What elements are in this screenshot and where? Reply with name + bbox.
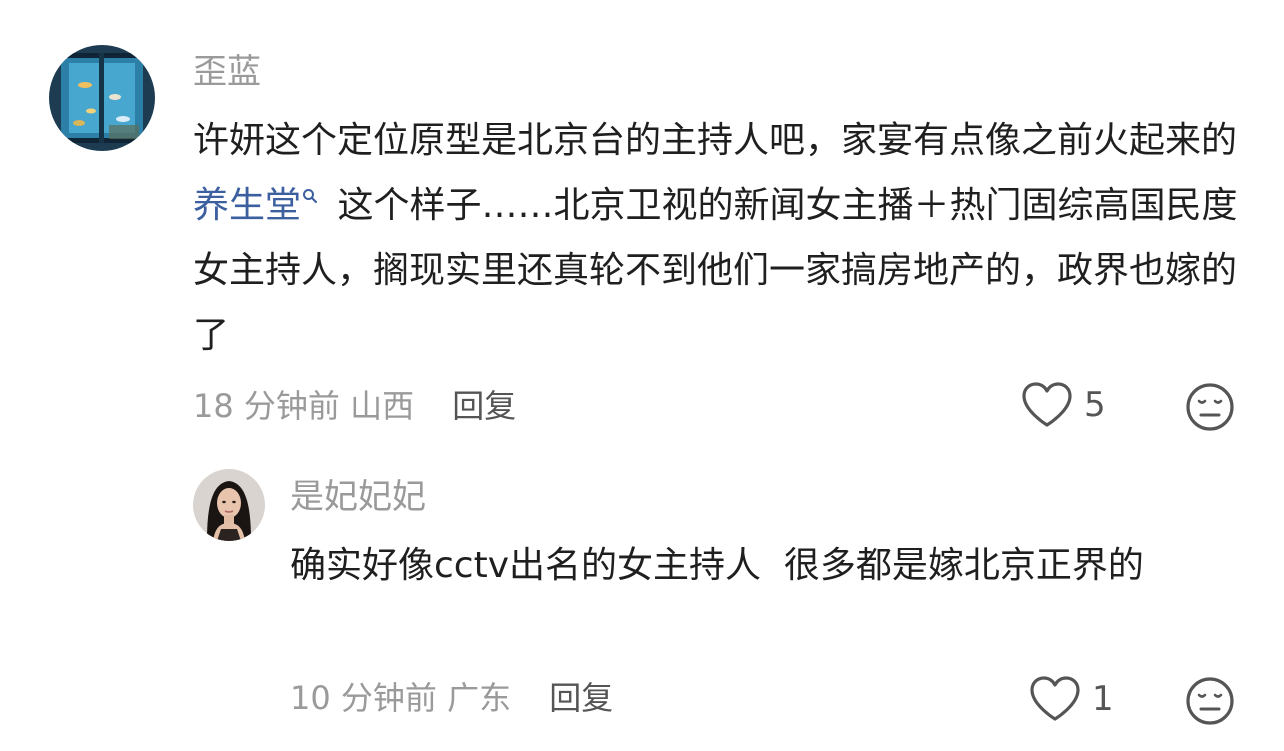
reply-meta: 10 分钟前 广东 回复 <box>290 676 613 720</box>
dislike-button[interactable] <box>1185 676 1235 730</box>
comment-meta: 18 分钟前 山西 回复 <box>193 384 516 428</box>
user-avatar[interactable] <box>49 45 155 151</box>
meh-face-icon <box>1186 383 1234 431</box>
dislike-button[interactable] <box>1185 382 1235 436</box>
comment-username[interactable]: 歪蓝 <box>193 50 261 94</box>
like-count: 5 <box>1084 385 1106 425</box>
keyword-search-link[interactable]: 养生堂 <box>193 185 301 226</box>
user-avatar[interactable] <box>193 469 265 541</box>
heart-icon <box>1030 676 1080 721</box>
like-button[interactable]: 1 <box>1028 675 1114 723</box>
comment-time: 18 分钟前 <box>193 387 340 425</box>
reply-button[interactable]: 回复 <box>452 387 516 425</box>
comment-location: 山西 <box>350 387 415 425</box>
woman-portrait-avatar-icon <box>193 469 265 541</box>
reply-location: 广东 <box>447 679 512 717</box>
comment-text-part: 这个样子……北京卫视的新闻女主播＋热门固综高国民度女主持人，搁现实里还真轮不到他… <box>193 185 1238 356</box>
comment-text: 许妍这个定位原型是北京台的主持人吧，家宴有点像之前火起来的 养生堂 这个样子……… <box>193 108 1243 368</box>
aquarium-avatar-icon <box>49 45 155 151</box>
reply-username[interactable]: 是妃妃妃 <box>290 475 426 519</box>
like-button[interactable]: 5 <box>1020 381 1106 429</box>
reply-button[interactable]: 回复 <box>549 679 613 717</box>
meh-face-icon <box>1186 677 1234 725</box>
reply-time: 10 分钟前 <box>290 679 437 717</box>
like-count: 1 <box>1092 679 1114 719</box>
search-icon[interactable] <box>302 188 318 204</box>
heart-icon <box>1022 382 1072 427</box>
comment-text-part: 许妍这个定位原型是北京台的主持人吧，家宴有点像之前火起来的 <box>193 120 1249 161</box>
reply-text: 确实好像cctv出名的女主持人 很多都是嫁北京正界的 <box>290 545 1144 586</box>
